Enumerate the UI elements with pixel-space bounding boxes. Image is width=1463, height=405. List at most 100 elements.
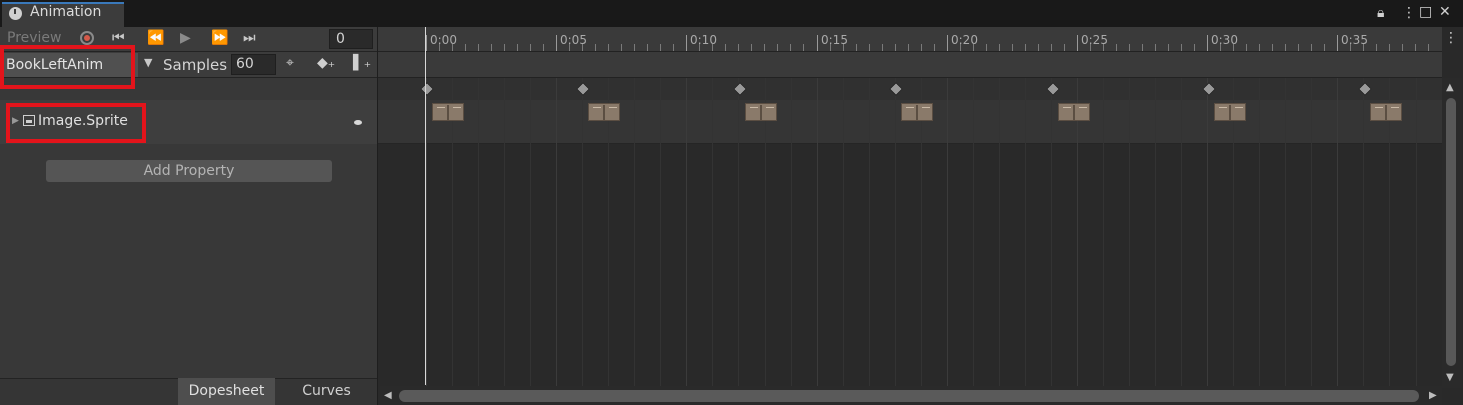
grid-line [947, 78, 948, 386]
maximize-icon[interactable]: □ [1419, 4, 1432, 20]
grid-line [765, 78, 766, 386]
add-event-icon[interactable]: ▌₊ [353, 55, 371, 71]
kebab-menu-icon[interactable]: ⋮ [1402, 5, 1416, 21]
preview-toggle[interactable]: Preview [7, 30, 62, 46]
property-highlight-box [6, 103, 146, 143]
ruler-minor-tick [1090, 44, 1091, 51]
ruler-minor-tick [1246, 44, 1247, 51]
ruler-minor-tick [634, 44, 635, 51]
grid-line [608, 78, 609, 386]
tab-curves[interactable]: Curves [276, 378, 377, 405]
ruler-minor-tick [621, 44, 622, 51]
previous-keyframe-icon[interactable]: ⏪ [147, 29, 164, 47]
grid-line [660, 78, 661, 386]
ruler-minor-tick [1142, 44, 1143, 51]
ruler-minor-tick [738, 44, 739, 51]
ruler-minor-tick [1233, 44, 1234, 51]
grid-line [478, 78, 479, 386]
event-row[interactable] [378, 52, 1442, 78]
clip-highlight-box [0, 45, 135, 89]
kebab-menu-icon[interactable]: ⋮ [1444, 30, 1458, 46]
ruler-minor-tick [725, 44, 726, 51]
ruler-minor-tick [921, 44, 922, 51]
ruler-minor-tick [882, 44, 883, 51]
grid-line [1129, 78, 1130, 386]
add-property-button[interactable]: Add Property [46, 160, 332, 182]
ruler-minor-tick [1402, 44, 1403, 51]
grid-line [1207, 78, 1208, 386]
ruler-minor-tick [1103, 44, 1104, 51]
ruler-minor-tick [543, 44, 544, 51]
grid-line [634, 78, 635, 386]
ruler-minor-tick [986, 44, 987, 51]
sprite-keyframe-thumbnail[interactable] [901, 103, 933, 121]
ruler-minor-tick [1168, 44, 1169, 51]
grid-line [1311, 78, 1312, 386]
lock-icon[interactable]: 🔒︎ [1377, 5, 1384, 21]
grid-line [1051, 78, 1052, 386]
next-keyframe-icon[interactable]: ⏩ [211, 29, 228, 47]
ruler-minor-tick [465, 44, 466, 51]
sprite-keyframe-thumbnail[interactable] [1370, 103, 1402, 121]
ruler-minor-tick [699, 44, 700, 51]
ruler-major-tick [817, 35, 818, 51]
ruler-major-tick [686, 35, 687, 51]
add-keyframe-icon[interactable]: ◆₊ [317, 55, 335, 71]
ruler-minor-tick [1064, 44, 1065, 51]
grid-line [817, 78, 818, 386]
ruler-minor-tick [1298, 44, 1299, 51]
play-icon[interactable]: ▶ [180, 29, 191, 47]
record-button[interactable] [80, 31, 94, 45]
sprite-keyframe-thumbnail[interactable] [432, 103, 464, 121]
ruler-minor-tick [608, 44, 609, 51]
ruler-minor-tick [1376, 44, 1377, 51]
scroll-up-icon[interactable]: ▲ [1446, 82, 1454, 93]
tab-title: Animation [30, 4, 102, 20]
sprite-keyframe-thumbnail[interactable] [588, 103, 620, 121]
horizontal-scrollbar-thumb[interactable] [399, 390, 1419, 402]
current-frame-field[interactable]: 0 [329, 29, 373, 49]
sprite-keyframe-thumbnail[interactable] [1214, 103, 1246, 121]
grid-line [1285, 78, 1286, 386]
ruler-minor-tick [517, 44, 518, 51]
playhead[interactable] [425, 27, 426, 385]
ruler-minor-tick [452, 44, 453, 51]
ruler-minor-tick [1038, 44, 1039, 51]
ruler-minor-tick [843, 44, 844, 51]
grid-line [1363, 78, 1364, 386]
ruler-minor-tick [1272, 44, 1273, 51]
grid-line [1025, 78, 1026, 386]
ruler-minor-tick [1259, 44, 1260, 51]
tab-dopesheet[interactable]: Dopesheet [178, 378, 275, 405]
samples-field[interactable]: 60 [231, 54, 276, 75]
grid-line [791, 78, 792, 386]
ruler-minor-tick [777, 44, 778, 51]
summary-keyframe-row[interactable] [378, 78, 1442, 100]
grid-line [1103, 78, 1104, 386]
close-icon[interactable]: ✕ [1439, 4, 1451, 20]
scroll-down-icon[interactable]: ▼ [1446, 372, 1454, 383]
time-ruler[interactable] [378, 27, 1442, 52]
sprite-keyframe-thumbnail[interactable] [1058, 103, 1090, 121]
ruler-minor-tick [999, 44, 1000, 51]
ruler-minor-tick [960, 44, 961, 51]
ruler-minor-tick [1012, 44, 1013, 51]
ruler-major-tick [947, 35, 948, 51]
scroll-left-icon[interactable]: ◀ [384, 390, 392, 401]
ruler-minor-tick [1285, 44, 1286, 51]
key-all-icon[interactable]: ⌖ [286, 55, 294, 71]
chevron-down-icon[interactable]: ▼ [144, 56, 152, 69]
ruler-minor-tick [595, 44, 596, 51]
sprite-keyframe-thumbnail[interactable] [745, 103, 777, 121]
ruler-minor-tick [1311, 44, 1312, 51]
ruler-major-tick [1207, 35, 1208, 51]
ruler-minor-tick [660, 44, 661, 51]
ruler-minor-tick [934, 44, 935, 51]
ruler-minor-tick [1155, 44, 1156, 51]
scroll-right-icon[interactable]: ▶ [1429, 390, 1437, 401]
vertical-scrollbar-thumb[interactable] [1446, 98, 1456, 366]
grid-line [556, 78, 557, 386]
ruler-major-tick [1077, 35, 1078, 51]
last-keyframe-icon[interactable]: ⏭ [243, 29, 256, 47]
property-options-icon[interactable] [354, 120, 362, 125]
